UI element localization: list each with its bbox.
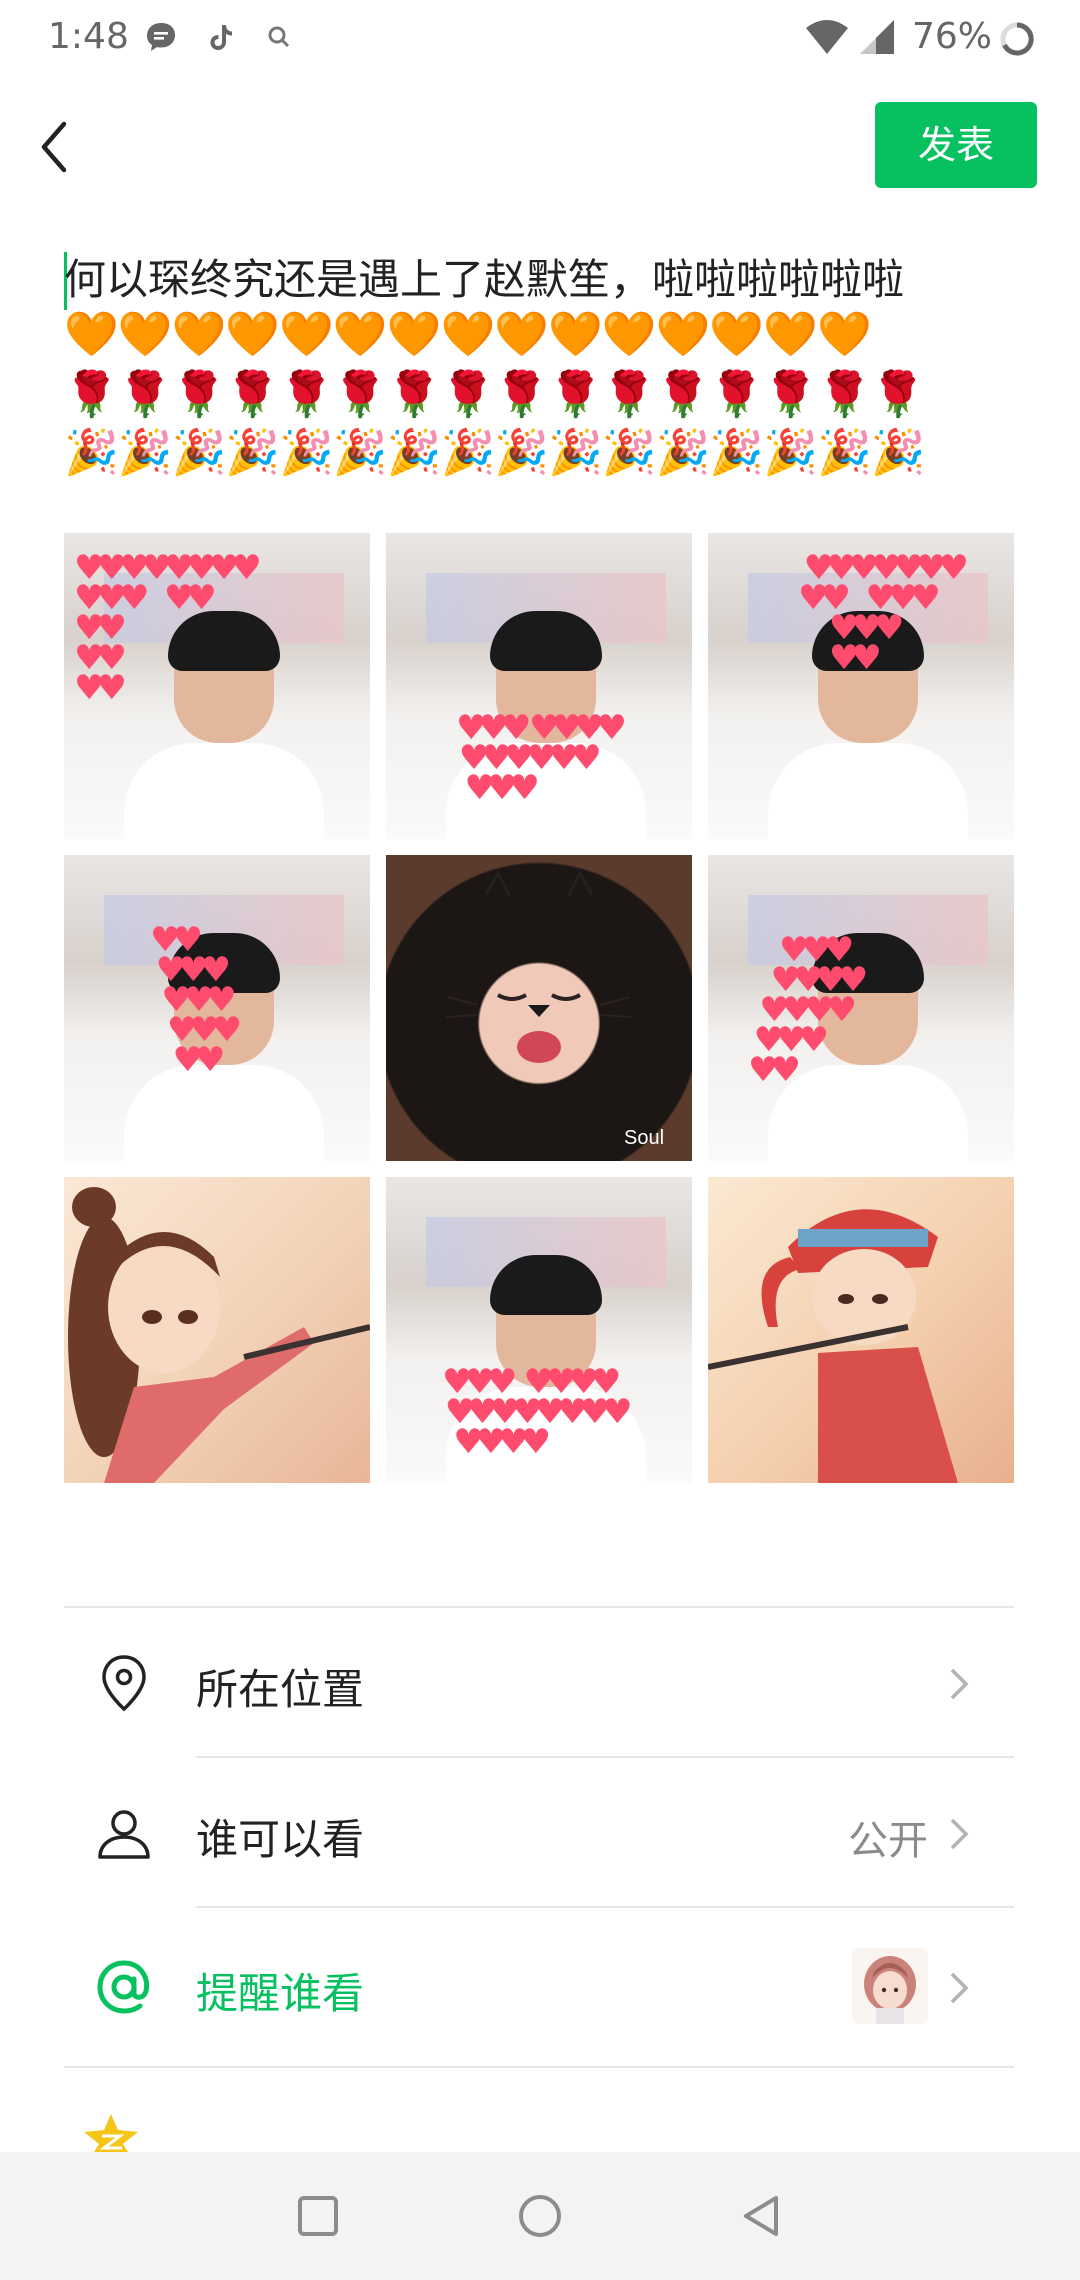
message-icon bbox=[147, 23, 175, 51]
location-pin-icon bbox=[102, 1655, 146, 1712]
heart-stickers: ♥♥♥♥♥♥♥♥ ♥♥♥ ♥♥ ♥♥ ♥♥ ♥♥ bbox=[74, 548, 262, 708]
heart-stickers: ♥♥♥ ♥♥♥♥ ♥♥♥♥♥♥♥♥ ♥♥♥♥ bbox=[442, 1362, 633, 1462]
system-navigation-bar bbox=[0, 2152, 1080, 2280]
mentioned-user-avatar bbox=[852, 1948, 928, 2024]
photo-shirt bbox=[768, 743, 968, 839]
cartoon-boy-illustration bbox=[708, 1209, 958, 1483]
photo-thumbnail[interactable]: ♥♥♥ ♥♥♥♥ ♥♥♥♥♥♥ ♥♥♥ bbox=[386, 533, 692, 839]
back-triangle-icon[interactable] bbox=[736, 2190, 788, 2242]
photo-thumbnail[interactable]: ♥♥♥ ♥♥♥♥ ♥♥♥♥♥♥♥♥ ♥♥♥♥ bbox=[386, 1177, 692, 1483]
home-circle-icon[interactable] bbox=[514, 2190, 566, 2242]
visibility-label: 谁可以看 bbox=[196, 1815, 365, 1864]
recents-square-icon[interactable] bbox=[292, 2190, 344, 2242]
status-time: 1:48 bbox=[48, 16, 129, 57]
at-sign-icon bbox=[97, 1960, 150, 2014]
photo-thumbnail[interactable]: ♥♥♥♥♥♥♥ ♥♥ ♥♥♥ ♥♥♥ ♥♥ bbox=[708, 533, 1014, 839]
heart-stickers: ♥♥♥ ♥♥♥♥ ♥♥♥♥♥♥ ♥♥♥ bbox=[456, 708, 627, 808]
photo-thumbnail[interactable] bbox=[64, 1177, 370, 1483]
battery-percent: 76% bbox=[912, 16, 993, 57]
emoji-row-hearts: 🧡🧡🧡🧡🧡🧡🧡🧡🧡🧡🧡🧡🧡🧡🧡 bbox=[64, 309, 872, 360]
visibility-value: 公开 bbox=[848, 1818, 928, 1864]
person-icon bbox=[98, 1810, 150, 1859]
heart-stickers: ♥♥ ♥♥♥ ♥♥♥ ♥♥♥ ♥♥ bbox=[150, 920, 242, 1080]
back-arrow-icon[interactable] bbox=[30, 112, 90, 182]
chevron-right-icon bbox=[950, 1668, 969, 1700]
tiktok-icon bbox=[210, 25, 232, 50]
photo-thumbnail[interactable]: ♥♥♥ ♥♥♥♥ ♥♥♥♥ ♥♥♥ ♥♥ bbox=[708, 855, 1014, 1161]
search-icon bbox=[268, 26, 290, 48]
heart-stickers: ♥♥♥ ♥♥♥♥ ♥♥♥♥ ♥♥♥ ♥♥ bbox=[748, 930, 868, 1090]
star-icon bbox=[84, 2114, 138, 2152]
location-label: 所在位置 bbox=[196, 1665, 365, 1714]
mention-label: 提醒谁看 bbox=[196, 1969, 365, 2018]
emoji-row-roses: 🌹🌹🌹🌹🌹🌹🌹🌹🌹🌹🌹🌹🌹🌹🌹🌹 bbox=[64, 369, 926, 420]
visibility-row[interactable]: 谁可以看 公开 bbox=[64, 1758, 1014, 1908]
section-divider bbox=[64, 2066, 1014, 2068]
girl-face-sketch bbox=[445, 869, 633, 1063]
cartoon-girl-illustration bbox=[68, 1187, 370, 1483]
location-row[interactable]: 所在位置 bbox=[64, 1608, 1014, 1758]
battery-ring-icon bbox=[1000, 22, 1034, 56]
soul-watermark: Soul bbox=[624, 1127, 665, 1149]
photo-thumbnail[interactable]: ♥♥ ♥♥♥ ♥♥♥ ♥♥♥ ♥♥ bbox=[64, 855, 370, 1161]
heart-stickers: ♥♥♥♥♥♥♥ ♥♥ ♥♥♥ ♥♥♥ ♥♥ bbox=[798, 548, 969, 678]
signal-icon bbox=[860, 20, 894, 54]
photo-thumbnail[interactable]: ♥♥♥♥♥♥♥♥ ♥♥♥ ♥♥ ♥♥ ♥♥ ♥♥ bbox=[64, 533, 370, 839]
status-bar: 1:48 76% bbox=[0, 0, 1080, 80]
photo-thumbnail[interactable]: Soul bbox=[386, 855, 692, 1161]
publish-button[interactable]: 发表 bbox=[875, 102, 1037, 188]
emoji-row-party: 🎉🎉🎉🎉🎉🎉🎉🎉🎉🎉🎉🎉🎉🎉🎉🎉 bbox=[64, 427, 926, 478]
chevron-right-icon bbox=[950, 1818, 969, 1850]
photo-thumbnail[interactable] bbox=[708, 1177, 1014, 1483]
row-divider bbox=[196, 1906, 1014, 1908]
wifi-icon bbox=[806, 20, 848, 54]
mention-row[interactable]: 提醒谁看 bbox=[64, 1912, 1014, 2062]
post-text-input[interactable]: 何以琛终究还是遇上了赵默笙，啦啦啦啦啦啦 bbox=[64, 248, 1024, 312]
photo-shirt bbox=[124, 743, 324, 839]
chevron-right-icon bbox=[950, 1972, 969, 2004]
